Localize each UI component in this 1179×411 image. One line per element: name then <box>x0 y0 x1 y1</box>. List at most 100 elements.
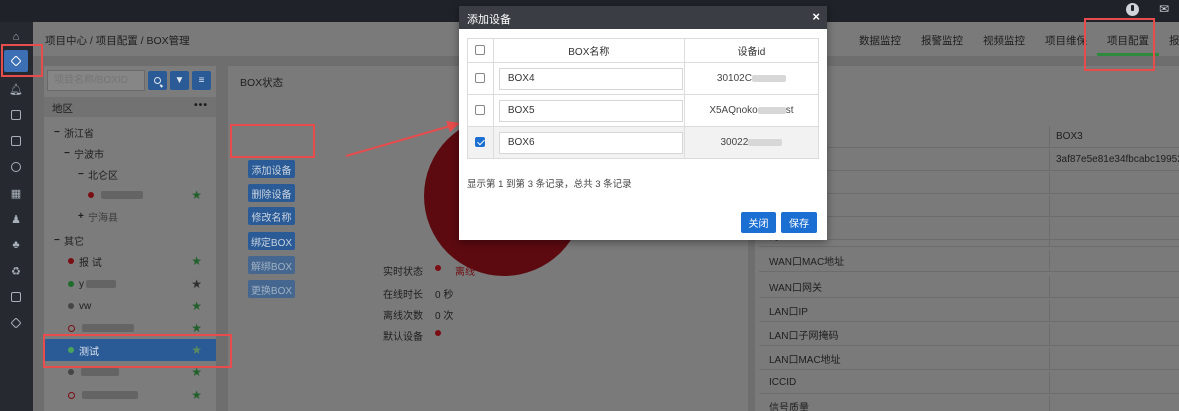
row-checkbox[interactable] <box>475 73 486 84</box>
tree-node-test-selected[interactable]: 测试 ★ <box>44 339 216 361</box>
blurred-label <box>81 368 119 376</box>
tab-alarm-monitor[interactable]: 报警监控 <box>911 22 973 56</box>
search-input[interactable] <box>47 70 145 91</box>
select-all-cell <box>467 38 494 63</box>
row-checkbox-checked[interactable] <box>475 137 486 148</box>
star-icon[interactable]: ★ <box>191 321 202 335</box>
star-icon[interactable]: ★ <box>191 388 202 402</box>
tab-maintenance[interactable]: 项目维保 <box>1035 22 1097 56</box>
tab-reports[interactable]: 报表 <box>1159 22 1179 56</box>
replace-box-button[interactable]: 更换BOX <box>248 280 295 298</box>
tree-node-project-1[interactable]: ★ <box>44 184 216 206</box>
add-device-button[interactable]: 添加设备 <box>248 160 295 178</box>
collapse-icon[interactable]: − <box>54 235 64 246</box>
collapse-icon[interactable]: − <box>64 148 74 159</box>
prop-name: ICCID <box>769 377 797 388</box>
star-icon[interactable]: ★ <box>191 343 202 357</box>
bind-box-button[interactable]: 绑定BOX <box>248 232 295 250</box>
list-icon[interactable] <box>4 130 28 152</box>
tree-node-zhejiang[interactable]: − 浙江省 <box>44 121 216 143</box>
blurred-text <box>748 138 783 146</box>
power-icon[interactable] <box>1126 2 1139 16</box>
star-icon[interactable]: ★ <box>191 277 202 291</box>
col-box-name: BOX名称 <box>492 38 685 63</box>
row-checkbox[interactable] <box>475 105 486 116</box>
menu-icon: ≡ <box>198 75 205 86</box>
layers-icon[interactable] <box>4 50 28 72</box>
modal-header: 添加设备 × <box>459 6 827 29</box>
file-icon[interactable] <box>4 286 28 308</box>
tab-project-config[interactable]: 项目配置 <box>1097 22 1159 56</box>
tree-node-label: y <box>79 278 84 290</box>
star-icon[interactable]: ★ <box>191 365 202 379</box>
tree-node-beilun[interactable]: − 北仑区 <box>44 163 216 185</box>
tree-node-project-4[interactable]: vw ★ <box>44 295 216 317</box>
blurred-text <box>751 74 786 82</box>
tree-node-project-3[interactable]: y ★ <box>44 273 216 295</box>
top-icons: ✉ <box>1126 2 1171 16</box>
collapse-icon[interactable]: − <box>54 127 64 138</box>
tree-node-label: 测试 <box>79 346 99 358</box>
prop-name: WAN口网关 <box>769 283 822 294</box>
box-name-input[interactable] <box>498 67 683 90</box>
stack-icon[interactable] <box>4 312 28 334</box>
star-icon[interactable]: ★ <box>191 188 202 202</box>
tree-node-ningbo[interactable]: − 宁波市 <box>44 142 216 164</box>
stat-value-online-time: 0 秒 <box>435 290 454 301</box>
disabled-status-icon <box>68 391 75 399</box>
tree-node-label: 宁海县 <box>88 212 118 224</box>
modal-title: 添加设备 <box>467 14 511 26</box>
default-device-dot-icon <box>435 330 441 336</box>
select-all-checkbox[interactable] <box>475 45 486 56</box>
close-icon[interactable]: × <box>812 9 820 24</box>
recycle-icon[interactable]: ♻ <box>4 260 28 282</box>
prop-name: LAN口子网掩码 <box>769 331 839 342</box>
tree-node-project-7[interactable]: ★ <box>44 361 216 383</box>
shield-icon[interactable] <box>4 156 28 178</box>
disabled-status-icon <box>68 324 75 332</box>
stat-value-status: 离线 <box>455 267 475 278</box>
expand-icon[interactable]: + <box>78 211 88 222</box>
star-icon[interactable]: ★ <box>191 299 202 313</box>
tree-header: 地区 ••• <box>44 97 216 117</box>
search-row: ▼ ≡ <box>47 70 211 91</box>
device-id-cell: 30022 <box>683 126 820 159</box>
tab-video-monitor[interactable]: 视频监控 <box>973 22 1035 56</box>
home-icon[interactable]: ⌂ <box>4 26 28 48</box>
unbind-box-button[interactable]: 解绑BOX <box>248 256 295 274</box>
user-icon[interactable]: ♟ <box>4 208 28 230</box>
tree-node-project-8[interactable]: ★ <box>44 384 216 406</box>
delete-device-button[interactable]: 删除设备 <box>248 184 295 202</box>
stat-label-status: 实时状态 <box>383 267 423 278</box>
filter-button[interactable]: ▼ <box>170 71 189 90</box>
tree-node-label: 宁波市 <box>74 149 104 161</box>
box-name-input[interactable] <box>498 131 683 154</box>
menu-button[interactable]: ≡ <box>192 71 211 90</box>
star-icon[interactable]: ★ <box>191 254 202 268</box>
table-row: 30102C <box>467 62 820 95</box>
more-icon[interactable]: ••• <box>194 99 208 111</box>
tab-data-monitor[interactable]: 数据监控 <box>849 22 911 56</box>
search-button[interactable] <box>148 71 167 90</box>
blurred-label <box>101 191 143 199</box>
online-status-icon <box>68 347 74 353</box>
blurred-label <box>86 280 116 288</box>
table-row-selected: 30022 <box>467 126 820 159</box>
doc-icon[interactable] <box>4 104 28 126</box>
save-button[interactable]: 保存 <box>781 212 817 233</box>
tree-node-other[interactable]: − 其它 <box>44 229 216 251</box>
tree-node-project-2[interactable]: 报 试 ★ <box>44 250 216 272</box>
close-button[interactable]: 关闭 <box>741 212 776 233</box>
pagination-summary: 显示第 1 到第 3 条记录，总共 3 条记录 <box>467 179 632 190</box>
grid-icon[interactable]: ▦ <box>4 182 28 204</box>
mail-icon[interactable]: ✉ <box>1157 2 1171 16</box>
rename-button[interactable]: 修改名称 <box>248 207 295 225</box>
tree-node-ninghai[interactable]: + 宁海县 <box>44 205 216 227</box>
device-id: X5AQnoko <box>709 105 758 116</box>
tree-node-project-5[interactable]: ★ <box>44 317 216 339</box>
box-name-input[interactable] <box>498 99 683 122</box>
bell-icon[interactable]: 🔔︎ <box>4 78 28 100</box>
blurred-label <box>82 324 134 332</box>
group-icon[interactable]: ♣ <box>4 234 28 256</box>
collapse-icon[interactable]: − <box>78 169 88 180</box>
